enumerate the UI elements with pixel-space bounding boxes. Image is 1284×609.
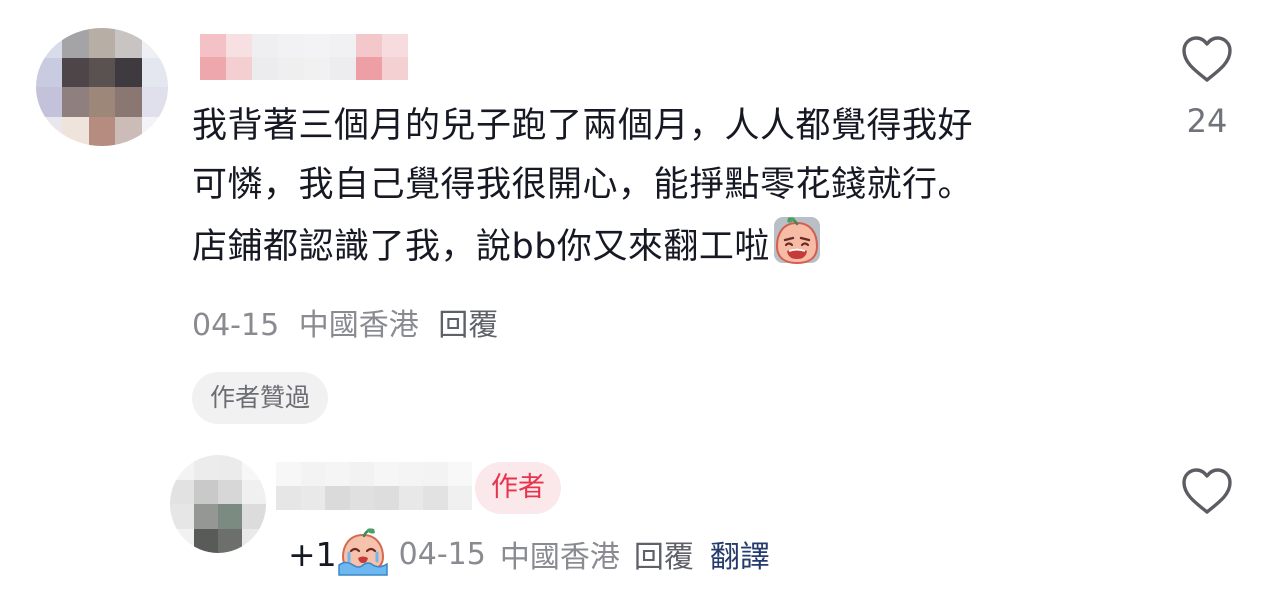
comment-line-3: 店鋪都認識了我，說bb你又來翻工啦 [192,215,1132,284]
mosaic-cell [115,57,142,87]
mosaic-cell [276,462,301,486]
liked-by-author-badge: 作者贊過 [192,372,329,424]
mosaic-cell [304,34,330,57]
mosaic-cell [141,28,168,58]
reply-date: 04-15 [398,536,486,572]
mosaic-cell [36,28,63,58]
mosaic-cell [300,486,325,510]
mosaic-cell [115,116,142,146]
mosaic-cell [382,34,408,57]
mosaic-cell [36,116,63,146]
mosaic-cell [423,486,448,510]
mosaic-cell [88,57,116,87]
mosaic-cell [170,479,194,504]
mosaic-cell [36,57,63,87]
mosaic-cell [62,57,89,87]
comment-line-1: 我背著三個月的兒子跑了兩個月，人人都覺得我好 [192,106,974,146]
reply-avatar[interactable] [170,455,266,553]
mosaic-cell [62,28,89,58]
mosaic-cell [88,87,116,117]
username-blurred[interactable] [200,34,408,80]
mosaic-cell [194,504,218,529]
author-badge: 作者 [475,462,561,514]
reply-reply-button[interactable]: 回覆 [634,532,694,576]
mosaic-cell [276,486,301,510]
mosaic-cell [200,34,226,57]
mosaic-cell [226,34,252,57]
reply-meta: 04-15 中國香港 回覆 [399,532,708,576]
mosaic-cell [141,87,168,117]
like-count: 24 [1186,102,1228,140]
mosaic-cell [349,486,374,510]
comment-location: 中國香港 [298,308,419,343]
comment-thread: 我背著三個月的兒子跑了兩個月，人人都覺得我好 可憐，我自己覺得我很開心，能掙點零… [0,0,1284,609]
mosaic-cell [423,462,448,486]
mosaic-cell [325,462,350,486]
heart-outline-icon [1182,468,1232,514]
mosaic-cell [325,486,350,510]
mosaic-cell [398,486,423,510]
mosaic-cell [242,528,266,553]
comment-line-2: 可憐，我自己覺得我很開心，能掙點零花錢就行。 [192,165,974,205]
mosaic-cell [382,57,408,80]
mosaic-cell [330,34,356,57]
mosaic-cell [356,34,382,57]
mosaic-cell [170,504,194,529]
mosaic-cell [447,486,472,510]
mosaic-cell [398,462,423,486]
mosaic-cell [278,57,304,80]
reply-text: +1 [288,534,337,574]
mosaic-cell [141,57,168,87]
mosaic-cell [88,116,116,146]
mosaic-cell [218,504,242,529]
mosaic-cell [115,28,142,58]
mosaic-cell [349,462,374,486]
heart-outline-icon [1182,36,1232,82]
mosaic-cell [252,57,278,80]
mosaic-cell [304,57,330,80]
mosaic-cell [356,57,382,80]
mosaic-cell [242,455,266,480]
mosaic-cell [115,87,142,117]
translate-button[interactable]: 翻譯 [710,532,770,576]
comment-date: 04-15 [192,308,280,343]
comment-text: 我背著三個月的兒子跑了兩個月，人人都覺得我好 可憐，我自己覺得我很開心，能掙點零… [192,97,1132,284]
mosaic-cell [447,462,472,486]
mosaic-cell [252,34,278,57]
mosaic-cell [242,504,266,529]
mosaic-cell [374,486,399,510]
mosaic-cell [88,28,116,58]
crying-face-emoji [772,215,822,284]
mosaic-cell [62,116,89,146]
mosaic-cell [200,57,226,80]
mosaic-cell [374,462,399,486]
mosaic-cell [218,479,242,504]
crying-with-tears-emoji [337,527,389,581]
mosaic-cell [36,87,63,117]
mosaic-cell [226,57,252,80]
mosaic-cell [278,34,304,57]
mosaic-cell [170,455,194,480]
reply-location: 中國香港 [499,540,620,575]
reply-button[interactable]: 回覆 [438,308,498,343]
mosaic-cell [330,57,356,80]
reply-like-button[interactable] [1180,466,1234,518]
like-button[interactable] [1180,34,1234,86]
avatar[interactable] [36,28,168,146]
reply-username-blurred[interactable] [276,462,472,510]
mosaic-cell [194,479,218,504]
mosaic-cell [170,528,194,553]
mosaic-cell [218,528,242,553]
mosaic-cell [141,116,168,146]
comment-line-3-text: 店鋪都認識了我，說bb你又來翻工啦 [192,227,770,267]
reply-row: +1 04-15 中國香港 回覆 翻譯 [288,528,770,580]
mosaic-cell [218,455,242,480]
mosaic-cell [194,528,218,553]
comment-meta: 04-15 中國香港 回覆 [192,300,498,344]
mosaic-cell [242,479,266,504]
mosaic-cell [62,87,89,117]
mosaic-cell [300,462,325,486]
mosaic-cell [194,455,218,480]
